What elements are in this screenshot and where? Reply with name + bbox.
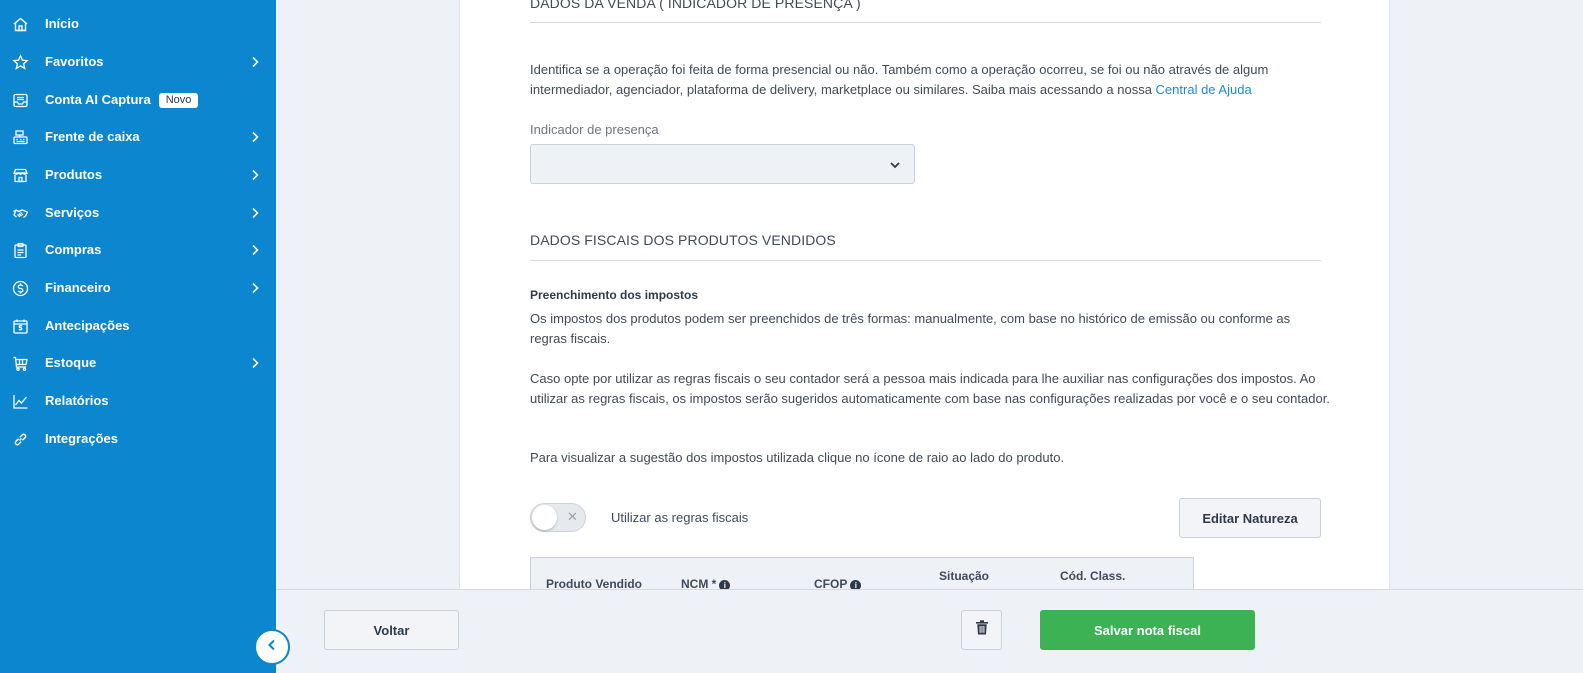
chevron-right-icon xyxy=(249,131,261,143)
cart-icon xyxy=(12,355,29,372)
link-icon xyxy=(12,431,29,448)
taxes-subtitle: Preenchimento dos impostos xyxy=(530,288,699,302)
sidebar-item-servicos[interactable]: Serviços xyxy=(0,196,276,230)
divider xyxy=(530,22,1321,23)
sidebar-item-conta-ai-captura[interactable]: Conta AI Captura Novo xyxy=(0,83,276,117)
sidebar-item-label: Serviços xyxy=(45,205,100,220)
sidebar-item-label: Conta AI Captura Novo xyxy=(45,92,199,108)
home-icon xyxy=(12,16,29,33)
taxes-paragraph-2: Caso opte por utilizar as regras fiscais… xyxy=(530,371,1330,406)
back-button[interactable]: Voltar xyxy=(324,610,459,650)
sale-section-title: DADOS DA VENDA ( INDICADOR DE PRESENÇA ) xyxy=(530,0,861,11)
collapse-sidebar-button[interactable] xyxy=(254,629,290,665)
calendar-dollar-icon xyxy=(12,318,29,335)
clipboard-icon xyxy=(12,242,29,259)
sidebar: Início Favoritos Conta AI Captura Novo Fr… xyxy=(0,0,276,673)
inbox-icon xyxy=(12,92,29,109)
taxes-paragraph-1: Os impostos dos produtos podem ser preen… xyxy=(530,311,1291,346)
sidebar-item-relatorios[interactable]: Relatórios xyxy=(0,384,276,418)
sidebar-item-financeiro[interactable]: Financeiro xyxy=(0,271,276,305)
delete-button[interactable] xyxy=(961,610,1002,650)
star-icon xyxy=(12,54,29,71)
close-icon: ✕ xyxy=(567,509,578,524)
chevron-right-icon xyxy=(249,357,261,369)
sidebar-item-frente-de-caixa[interactable]: Frente de caixa xyxy=(0,120,276,154)
sidebar-item-label: Favoritos xyxy=(45,54,104,69)
invoice-form-card: DADOS DA VENDA ( INDICADOR DE PRESENÇA )… xyxy=(459,0,1390,590)
sidebar-item-label: Relatórios xyxy=(45,393,109,408)
sidebar-item-compras[interactable]: Compras xyxy=(0,233,276,267)
chevron-right-icon xyxy=(249,169,261,181)
fiscal-section-title: DADOS FISCAIS DOS PRODUTOS VENDIDOS xyxy=(530,232,836,248)
sidebar-item-favoritos[interactable]: Favoritos xyxy=(0,45,276,79)
sidebar-item-label: Frente de caixa xyxy=(45,129,140,144)
sidebar-item-label: Produtos xyxy=(45,167,103,182)
toggle-knob xyxy=(532,505,557,530)
store-icon xyxy=(12,167,29,184)
products-table-header: Produto Vendido NCM * i CFOP i Situação Có… xyxy=(530,557,1194,590)
chevron-left-icon xyxy=(265,638,279,657)
sidebar-item-label: Integrações xyxy=(45,431,118,446)
chevron-right-icon xyxy=(249,244,261,256)
trash-icon xyxy=(975,620,989,640)
chevron-down-icon xyxy=(888,158,902,172)
sidebar-item-antecipacoes[interactable]: Antecipações xyxy=(0,309,276,343)
sale-description: Identifica se a operação foi feita de fo… xyxy=(530,62,1269,97)
presence-indicator-label: Indicador de presença xyxy=(530,122,659,137)
sidebar-item-label: Início xyxy=(45,16,79,31)
dollar-circle-icon xyxy=(12,280,29,297)
sidebar-item-label: Financeiro xyxy=(45,280,111,295)
footer-action-bar: Voltar Salvar nota fiscal xyxy=(276,589,1583,673)
save-invoice-button[interactable]: Salvar nota fiscal xyxy=(1040,610,1255,650)
sidebar-item-inicio[interactable]: Início xyxy=(0,7,276,41)
line-chart-icon xyxy=(12,393,29,410)
cash-register-icon xyxy=(12,129,29,146)
sidebar-item-produtos[interactable]: Produtos xyxy=(0,158,276,192)
divider xyxy=(530,260,1321,261)
sidebar-item-integracoes[interactable]: Integrações xyxy=(0,422,276,456)
taxes-paragraph-3: Para visualizar a sugestão dos impostos … xyxy=(530,450,1065,465)
sidebar-item-label: Estoque xyxy=(45,355,97,370)
edit-nature-button[interactable]: Editar Natureza xyxy=(1179,498,1321,538)
column-header-cod-class: Cód. Class. xyxy=(1060,569,1126,583)
sidebar-item-estoque[interactable]: Estoque xyxy=(0,346,276,380)
new-badge: Novo xyxy=(158,93,199,108)
sidebar-item-label: Compras xyxy=(45,242,102,257)
sidebar-item-label: Antecipações xyxy=(45,318,130,333)
column-header-situacao: Situação xyxy=(939,569,990,583)
chevron-right-icon xyxy=(249,282,261,294)
handshake-icon xyxy=(12,205,29,222)
fiscal-rules-toggle[interactable]: ✕ xyxy=(530,503,586,532)
help-center-link[interactable]: Central de Ajuda xyxy=(1156,82,1252,97)
chevron-right-icon xyxy=(249,56,261,68)
presence-indicator-select[interactable] xyxy=(530,144,915,184)
chevron-right-icon xyxy=(249,207,261,219)
fiscal-rules-toggle-label: Utilizar as regras fiscais xyxy=(611,510,749,525)
